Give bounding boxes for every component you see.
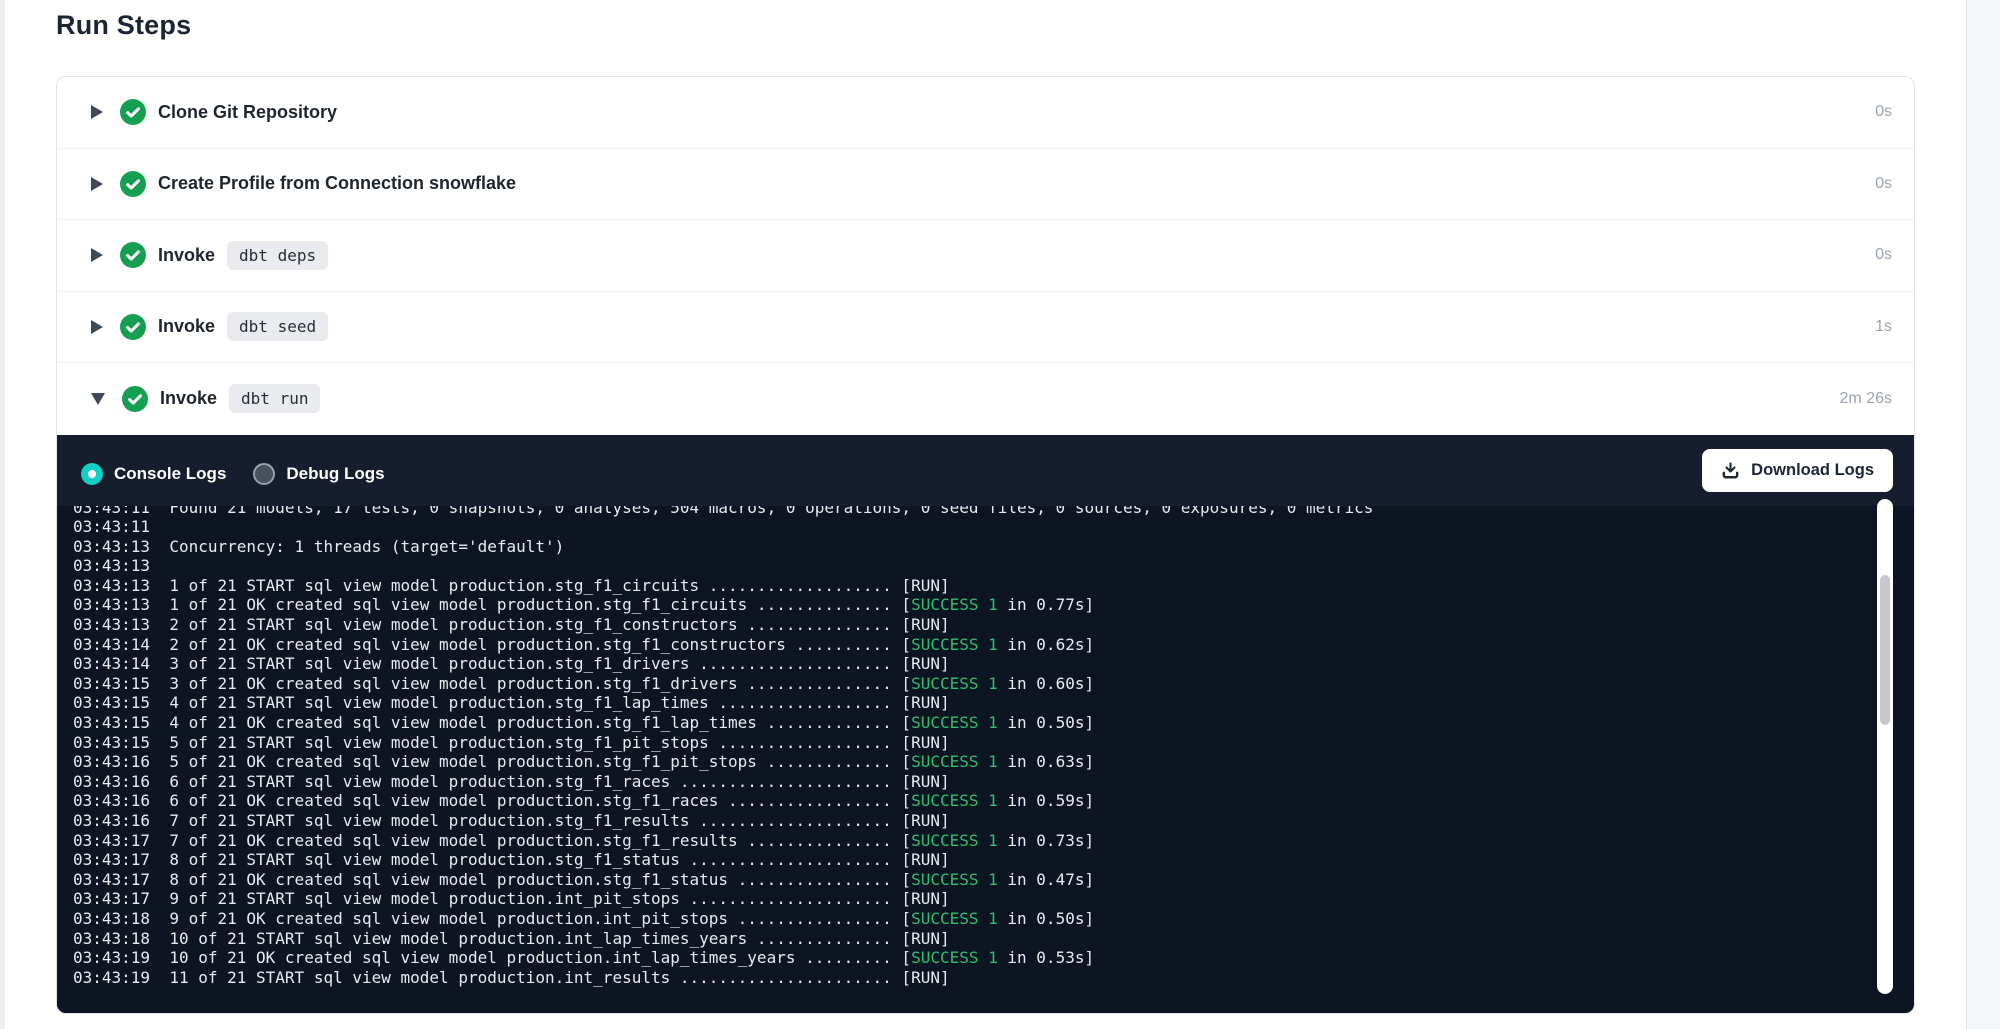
log-line: 03:43:15 4 of 21 START sql view model pr… <box>73 693 1914 713</box>
log-line: 03:43:11 <box>73 517 1914 537</box>
log-line: 03:43:15 5 of 21 START sql view model pr… <box>73 733 1914 753</box>
step-row[interactable]: Create Profile from Connection snowflake… <box>57 149 1914 221</box>
step-duration: 0s <box>1875 103 1892 121</box>
log-line: 03:43:13 <box>73 556 1914 576</box>
log-line: 03:43:16 6 of 21 START sql view model pr… <box>73 772 1914 792</box>
log-line: 03:43:16 5 of 21 OK created sql view mod… <box>73 752 1914 772</box>
step-duration: 1s <box>1875 318 1892 336</box>
log-line: 03:43:17 7 of 21 OK created sql view mod… <box>73 831 1914 851</box>
chevron-right-icon[interactable] <box>91 320 103 334</box>
log-line: 03:43:19 11 of 21 START sql view model p… <box>73 968 1914 988</box>
log-line: 03:43:13 1 of 21 START sql view model pr… <box>73 576 1914 596</box>
radio-label: Console Logs <box>114 464 226 484</box>
step-duration: 0s <box>1875 246 1892 264</box>
log-line: 03:43:13 1 of 21 OK created sql view mod… <box>73 595 1914 615</box>
step-list: Clone Git Repository0sCreate Profile fro… <box>57 77 1914 435</box>
download-logs-button[interactable]: Download Logs <box>1702 449 1893 492</box>
step-row[interactable]: Invoke dbt run 2m 26s <box>57 363 1914 435</box>
step-duration: 0s <box>1875 175 1892 193</box>
run-steps-page: Run Steps Clone Git Repository0sCreate P… <box>0 0 2000 1029</box>
log-line: 03:43:13 2 of 21 START sql view model pr… <box>73 615 1914 635</box>
log-line: 03:43:17 8 of 21 OK created sql view mod… <box>73 870 1914 890</box>
log-type-radios: Console Logs Debug Logs <box>81 463 385 485</box>
chevron-right-icon[interactable] <box>91 177 103 191</box>
chevron-down-icon[interactable] <box>91 393 105 405</box>
step-command-badge: dbt run <box>229 384 320 413</box>
right-gutter <box>1966 0 2000 1029</box>
success-check-icon <box>120 314 146 340</box>
step-label: Invoke <box>158 316 215 337</box>
radio-unselected-icon[interactable] <box>253 463 275 485</box>
step-command-badge: dbt deps <box>227 241 328 270</box>
console-header: Console Logs Debug Logs Download Logs <box>57 435 1914 506</box>
step-duration: 2m 26s <box>1840 390 1892 408</box>
log-line: 03:43:18 10 of 21 START sql view model p… <box>73 929 1914 949</box>
radio-selected-icon[interactable] <box>81 463 103 485</box>
download-logs-label: Download Logs <box>1751 461 1874 480</box>
step-label: Invoke <box>160 388 217 409</box>
step-label: Create Profile from Connection snowflake <box>158 173 516 194</box>
step-label: Clone Git Repository <box>158 102 337 123</box>
step-label: Invoke <box>158 245 215 266</box>
log-content: 03:43:11 Found 21 models, 17 tests, 0 sn… <box>73 506 1914 988</box>
page-title: Run Steps <box>56 10 191 41</box>
run-steps-card: Clone Git Repository0sCreate Profile fro… <box>56 76 1915 1014</box>
log-line: 03:43:14 2 of 21 OK created sql view mod… <box>73 635 1914 655</box>
radio-console-logs[interactable]: Console Logs <box>81 463 226 485</box>
log-line: 03:43:11 Found 21 models, 17 tests, 0 sn… <box>73 506 1914 518</box>
success-check-icon <box>120 99 146 125</box>
chevron-right-icon[interactable] <box>91 248 103 262</box>
log-line: 03:43:18 9 of 21 OK created sql view mod… <box>73 909 1914 929</box>
log-line: 03:43:16 7 of 21 START sql view model pr… <box>73 811 1914 831</box>
log-line: 03:43:16 6 of 21 OK created sql view mod… <box>73 791 1914 811</box>
log-line: 03:43:19 10 of 21 OK created sql view mo… <box>73 948 1914 968</box>
log-line: 03:43:15 4 of 21 OK created sql view mod… <box>73 713 1914 733</box>
log-line: 03:43:17 9 of 21 START sql view model pr… <box>73 889 1914 909</box>
log-scrollbar-thumb[interactable] <box>1880 575 1890 725</box>
log-line: 03:43:14 3 of 21 START sql view model pr… <box>73 654 1914 674</box>
success-check-icon <box>120 242 146 268</box>
step-command-badge: dbt seed <box>227 312 328 341</box>
success-check-icon <box>122 386 148 412</box>
step-row[interactable]: Clone Git Repository 0s <box>57 77 1914 149</box>
success-check-icon <box>120 171 146 197</box>
log-line: 03:43:15 3 of 21 OK created sql view mod… <box>73 674 1914 694</box>
step-row[interactable]: Invoke dbt seed 1s <box>57 292 1914 364</box>
log-scrollbar-track[interactable] <box>1877 499 1893 994</box>
console-log-area[interactable]: 03:43:11 Found 21 models, 17 tests, 0 sn… <box>57 506 1914 1015</box>
console-panel: Console Logs Debug Logs Download Logs 03:… <box>57 435 1914 1015</box>
radio-debug-logs[interactable]: Debug Logs <box>253 463 384 485</box>
chevron-right-icon[interactable] <box>91 105 103 119</box>
log-line: 03:43:17 8 of 21 START sql view model pr… <box>73 850 1914 870</box>
log-line: 03:43:13 Concurrency: 1 threads (target=… <box>73 537 1914 557</box>
radio-label: Debug Logs <box>286 464 384 484</box>
step-row[interactable]: Invoke dbt deps 0s <box>57 220 1914 292</box>
download-icon <box>1721 461 1740 480</box>
left-gutter <box>0 0 5 1029</box>
